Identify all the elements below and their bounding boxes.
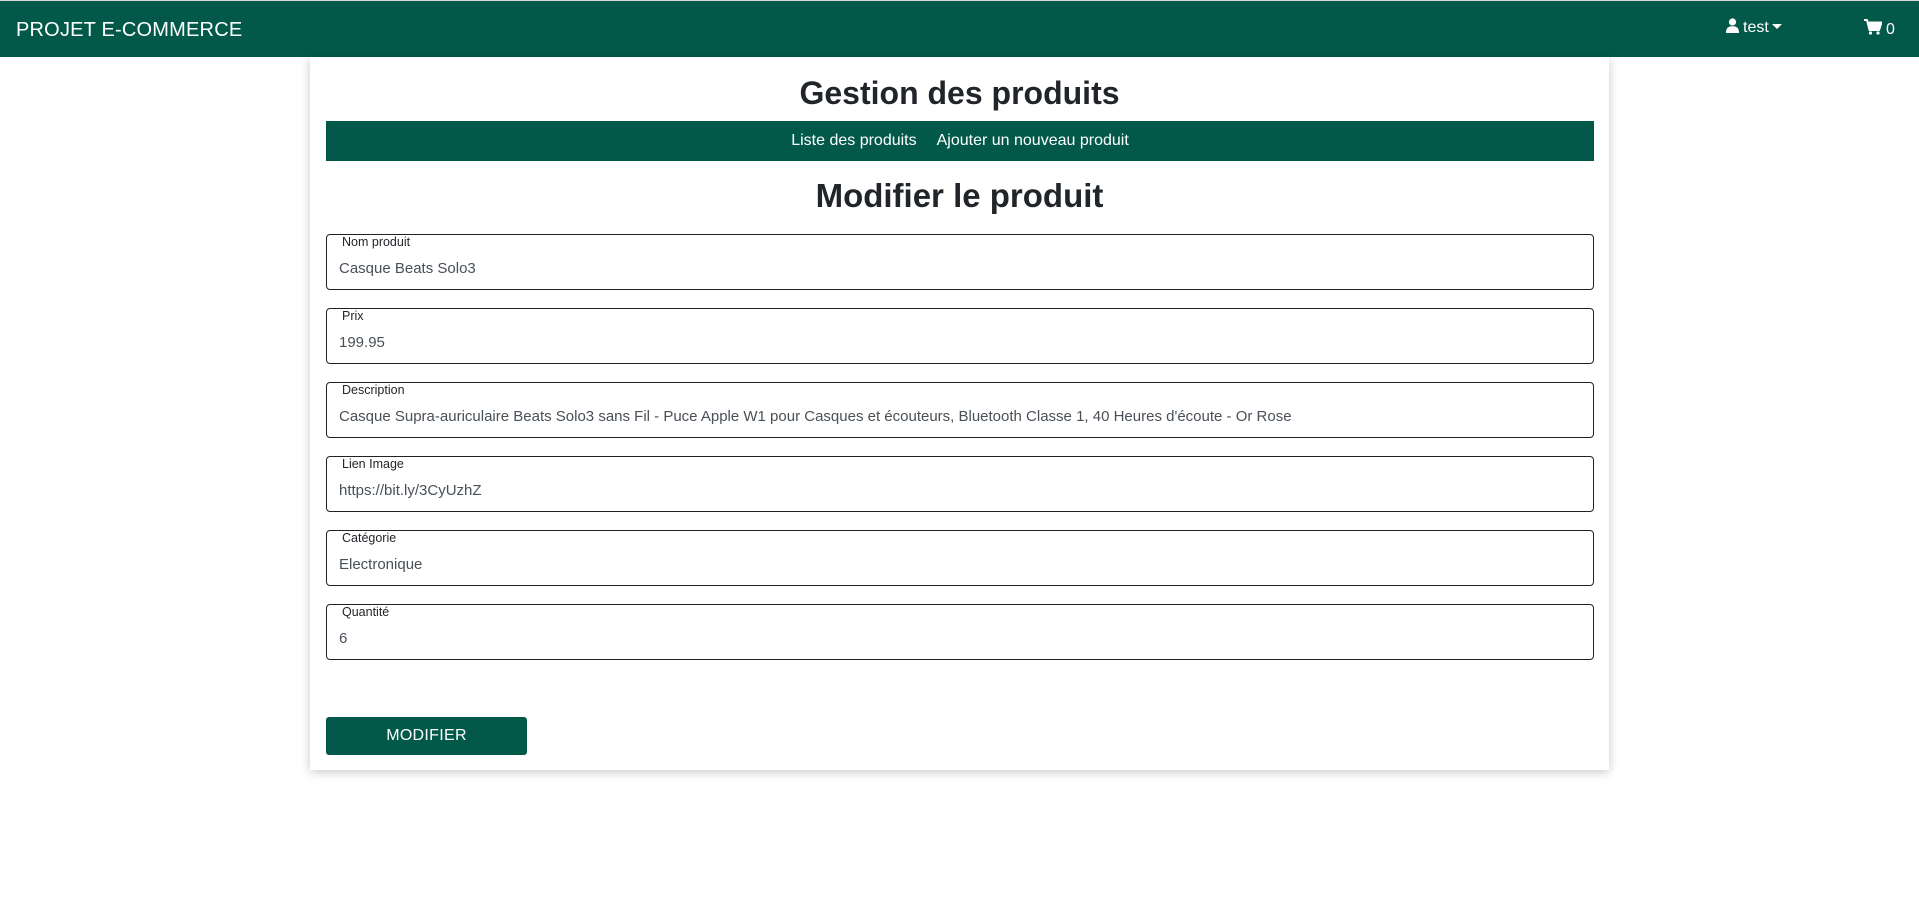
price-input[interactable]: [339, 331, 1574, 353]
product-name-label: Nom produit: [342, 235, 411, 249]
brand-link[interactable]: PROJET E-COMMERCE: [16, 19, 242, 42]
product-subnav: Liste des produits Ajouter un nouveau pr…: [326, 121, 1594, 161]
quantity-label: Quantité: [342, 605, 390, 619]
user-dropdown-toggle[interactable]: test: [1726, 18, 1782, 38]
top-navbar: PROJET E-COMMERCE test 0: [0, 0, 1919, 57]
description-input[interactable]: [339, 405, 1574, 427]
category-label: Catégorie: [342, 531, 397, 545]
user-name: test: [1743, 19, 1769, 36]
page-title: Gestion des produits: [799, 75, 1120, 111]
add-product-link[interactable]: Ajouter un nouveau produit: [937, 132, 1129, 150]
product-list-link[interactable]: Liste des produits: [791, 132, 916, 150]
product-name-input[interactable]: [339, 257, 1574, 279]
price-label: Prix: [342, 309, 364, 323]
image-link-label: Lien Image: [342, 457, 404, 471]
modify-button[interactable]: MODIFIER: [326, 717, 527, 755]
shopping-cart-icon: [1864, 19, 1886, 40]
category-field: Catégorie: [326, 530, 1594, 586]
quantity-input[interactable]: [339, 627, 1574, 649]
form-title: Modifier le produit: [815, 177, 1104, 214]
description-field: Description: [326, 382, 1594, 438]
category-input[interactable]: [339, 553, 1574, 575]
user-icon: [1726, 18, 1743, 38]
cart-button[interactable]: 0: [1864, 19, 1895, 40]
product-management-card: Gestion des produits Liste des produits …: [310, 57, 1609, 770]
price-field: Prix: [326, 308, 1594, 364]
image-link-input[interactable]: [339, 479, 1574, 501]
cart-count: 0: [1886, 20, 1895, 38]
description-label: Description: [342, 383, 405, 397]
product-name-field: Nom produit: [326, 234, 1594, 290]
image-link-field: Lien Image: [326, 456, 1594, 512]
quantity-field: Quantité: [326, 604, 1594, 660]
chevron-down-icon: [1771, 23, 1782, 29]
